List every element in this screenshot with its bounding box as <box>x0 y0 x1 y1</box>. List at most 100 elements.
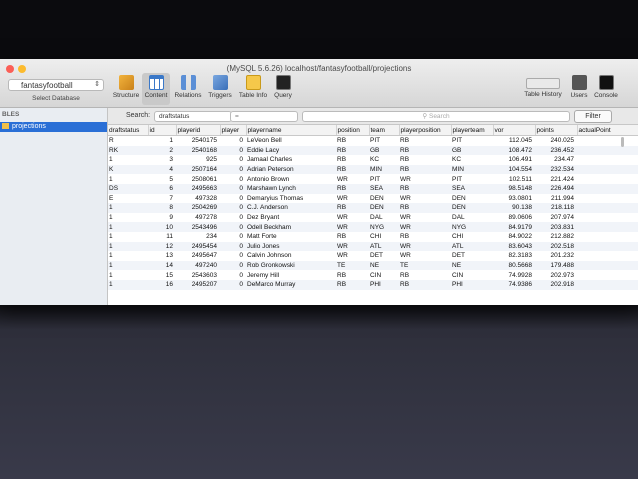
table-cell[interactable]: WR <box>399 213 451 223</box>
table-cell[interactable] <box>577 251 638 261</box>
table-cell[interactable]: 84.9179 <box>493 222 535 232</box>
table-cell[interactable]: 497328 <box>176 194 220 204</box>
table-cell[interactable]: GB <box>451 145 493 156</box>
console-button[interactable]: Console <box>592 73 620 105</box>
table-cell[interactable]: 2495454 <box>176 241 220 252</box>
table-row[interactable]: R 1 2540175 0 LeVeon Bell RB PIT RB PIT 112.045 24… <box>108 136 638 146</box>
table-cell[interactable]: RB <box>399 145 451 156</box>
table-cell[interactable]: 84.9022 <box>493 232 535 242</box>
table-cell[interactable]: 2543496 <box>176 222 220 232</box>
table-cell[interactable]: 106.491 <box>493 155 535 165</box>
table-cell[interactable]: GB <box>369 145 399 156</box>
table-cell[interactable]: 0 <box>220 270 246 280</box>
table-cell[interactable]: SEA <box>451 183 493 194</box>
table-row[interactable]: 1 3 925 0 Jamaal Charles RB KC RB KC 106.491 234.4… <box>108 155 638 165</box>
table-cell[interactable]: 1 <box>108 279 148 290</box>
users-button[interactable]: Users <box>568 73 590 105</box>
table-cell[interactable] <box>577 222 638 232</box>
structure-button[interactable]: Structure <box>112 73 140 105</box>
table-cell[interactable]: 14 <box>148 260 176 271</box>
table-cell[interactable]: 0 <box>220 183 246 194</box>
table-cell[interactable]: 93.0801 <box>493 194 535 204</box>
relations-button[interactable]: Relations <box>172 73 204 105</box>
table-cell[interactable]: 0 <box>220 232 246 242</box>
column-header-points[interactable]: points <box>535 125 578 136</box>
table-cell[interactable]: 179.488 <box>535 260 577 271</box>
table-cell[interactable]: RB <box>336 203 369 213</box>
table-cell[interactable]: 497240 <box>176 260 220 271</box>
table-row[interactable]: 1 9 497278 0 Dez Bryant WR DAL WR DAL 89.0606 207.… <box>108 213 638 223</box>
table-cell[interactable]: MIN <box>451 164 493 175</box>
table-cell[interactable]: 12 <box>148 241 176 252</box>
table-cell[interactable]: RB <box>399 155 451 165</box>
table-cell[interactable]: 234.47 <box>535 155 577 165</box>
table-cell[interactable]: 2540168 <box>176 145 220 156</box>
table-cell[interactable]: 0 <box>220 203 246 213</box>
table-cell[interactable]: PIT <box>451 174 493 184</box>
filter-operator-select[interactable]: = <box>230 111 298 122</box>
table-cell[interactable]: 90.138 <box>493 203 535 213</box>
table-cell[interactable]: RB <box>336 155 369 165</box>
table-cell[interactable]: DS <box>108 183 148 194</box>
table-cell[interactable]: DEN <box>451 203 493 213</box>
table-cell[interactable]: DAL <box>369 213 399 223</box>
table-cell[interactable]: 0 <box>220 279 246 290</box>
table-cell[interactable]: Odell Beckham <box>246 222 336 232</box>
table-cell[interactable] <box>577 270 638 280</box>
table-cell[interactable]: 11 <box>148 232 176 242</box>
table-cell[interactable]: 1 <box>108 232 148 242</box>
table-cell[interactable]: CIN <box>451 270 493 280</box>
table-cell[interactable]: K <box>108 164 148 175</box>
table-cell[interactable]: 1 <box>108 251 148 261</box>
table-cell[interactable]: PIT <box>451 136 493 146</box>
table-cell[interactable] <box>577 260 638 271</box>
table-row[interactable]: E 7 497328 0 Demaryius Thomas WR DEN WR DEN 93.08… <box>108 194 638 204</box>
table-cell[interactable]: 218.118 <box>535 203 577 213</box>
table-cell[interactable] <box>577 164 638 175</box>
table-cell[interactable]: SEA <box>369 183 399 194</box>
table-cell[interactable]: 0 <box>220 145 246 156</box>
table-cell[interactable]: 74.9386 <box>493 279 535 290</box>
table-cell[interactable]: RB <box>399 136 451 146</box>
table-cell[interactable]: WR <box>336 213 369 223</box>
table-cell[interactable]: 211.994 <box>535 194 577 204</box>
table-cell[interactable]: NYG <box>369 222 399 232</box>
table-cell[interactable]: E <box>108 194 148 204</box>
table-cell[interactable]: 1 <box>148 136 176 146</box>
table-cell[interactable]: WR <box>399 251 451 261</box>
table-row[interactable]: 1 10 2543496 0 Odell Beckham WR NYG WR NYG 84.917… <box>108 222 638 232</box>
table-cell[interactable]: 9 <box>148 213 176 223</box>
table-info-button[interactable]: Table Info <box>236 73 270 105</box>
table-cell[interactable]: 112.045 <box>493 136 535 146</box>
table-cell[interactable]: 2540175 <box>176 136 220 146</box>
table-cell[interactable]: 6 <box>148 183 176 194</box>
table-cell[interactable] <box>577 213 638 223</box>
table-cell[interactable]: DET <box>369 251 399 261</box>
table-cell[interactable]: 203.831 <box>535 222 577 232</box>
table-cell[interactable]: 2495207 <box>176 279 220 290</box>
table-cell[interactable]: 1 <box>108 241 148 252</box>
column-header-playername[interactable]: playername <box>246 125 337 136</box>
table-cell[interactable] <box>577 203 638 213</box>
table-row[interactable]: 1 8 2504269 0 C.J. Anderson RB DEN RB DEN 90.138 2… <box>108 203 638 213</box>
table-row[interactable]: RK 2 2540168 0 Eddie Lacy RB GB RB GB 108.472 236.… <box>108 145 638 156</box>
table-cell[interactable]: 104.554 <box>493 164 535 175</box>
table-cell[interactable]: 89.0606 <box>493 213 535 223</box>
table-cell[interactable]: 0 <box>220 174 246 184</box>
table-cell[interactable]: 1 <box>108 203 148 213</box>
table-row[interactable]: 1 11 234 0 Matt Forte RB CHI RB CHI 84.9022 212.88… <box>108 232 638 242</box>
table-cell[interactable]: DEN <box>369 203 399 213</box>
table-cell[interactable]: 5 <box>148 174 176 184</box>
table-cell[interactable]: 2504269 <box>176 203 220 213</box>
table-row[interactable]: 1 12 2495454 0 Julio Jones WR ATL WR ATL 83.6043 2… <box>108 241 638 252</box>
table-history-button[interactable]: Table History <box>522 73 564 105</box>
column-header-playerposition[interactable]: playerposition <box>399 125 452 136</box>
table-cell[interactable]: ATL <box>451 241 493 252</box>
table-cell[interactable]: DET <box>451 251 493 261</box>
table-cell[interactable]: 0 <box>220 222 246 232</box>
table-cell[interactable]: Antonio Brown <box>246 174 336 184</box>
table-cell[interactable]: PHI <box>451 279 493 290</box>
table-cell[interactable]: Rob Gronkowski <box>246 260 336 271</box>
triggers-button[interactable]: Triggers <box>206 73 234 105</box>
table-cell[interactable]: 0 <box>220 260 246 271</box>
